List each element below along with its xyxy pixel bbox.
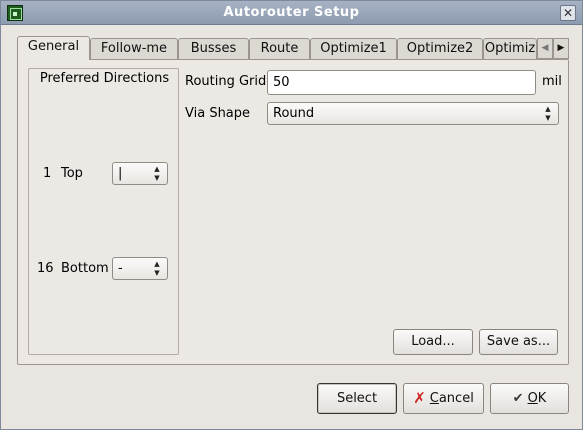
updown-icon: ▲ ▼ xyxy=(154,165,160,182)
tab-busses[interactable]: Busses xyxy=(178,38,249,60)
ok-button[interactable]: ✔ OK xyxy=(490,383,569,414)
title-bar[interactable]: Autorouter Setup ✕ xyxy=(1,1,582,25)
layer-number-top: 1 xyxy=(43,166,52,181)
tab-scroll-right-icon[interactable]: ▶ xyxy=(553,38,569,59)
cancel-mnemonic: C xyxy=(429,391,439,406)
ok-label-rest: K xyxy=(537,391,547,406)
tab-bar: General Follow-me Busses Route Optimize1… xyxy=(17,36,569,60)
via-shape-select[interactable]: Round ▲ ▼ xyxy=(267,102,559,125)
x-icon: ✗ xyxy=(413,389,426,407)
direction-select-bottom[interactable]: - ▲ ▼ xyxy=(112,257,168,280)
tab-optimize2[interactable]: Optimize2 xyxy=(397,38,483,60)
updown-icon: ▲ ▼ xyxy=(545,105,551,122)
tab-general[interactable]: General xyxy=(17,36,90,60)
routing-grid-unit: mil xyxy=(542,74,562,89)
save-as-button[interactable]: Save as... xyxy=(479,329,558,355)
via-shape-label: Via Shape xyxy=(185,106,251,121)
layer-name-top: Top xyxy=(61,166,83,181)
cancel-button[interactable]: ✗ Cancel xyxy=(403,383,484,414)
tab-follow-me[interactable]: Follow-me xyxy=(90,38,178,60)
tab-optimize1[interactable]: Optimize1 xyxy=(310,38,397,60)
tab-route[interactable]: Route xyxy=(249,38,310,60)
general-tab-panel: Preferred Directions 1 Top | ▲ ▼ 16 Botto… xyxy=(17,59,569,365)
select-button[interactable]: Select xyxy=(317,383,397,414)
layer-number-bottom: 16 xyxy=(37,261,54,276)
preferred-directions-title: Preferred Directions xyxy=(39,71,170,86)
via-shape-value: Round xyxy=(273,106,315,121)
updown-icon: ▲ ▼ xyxy=(154,260,160,277)
direction-select-top[interactable]: | ▲ ▼ xyxy=(112,162,168,185)
window-title: Autorouter Setup xyxy=(223,5,360,20)
layer-name-bottom: Bottom xyxy=(61,261,109,276)
check-icon: ✔ xyxy=(512,391,524,406)
autorouter-setup-dialog: Autorouter Setup ✕ General Follow-me Bus… xyxy=(0,0,583,430)
preferred-directions-group: Preferred Directions 1 Top | ▲ ▼ 16 Botto… xyxy=(28,68,179,355)
direction-value-top: | xyxy=(118,166,123,181)
load-button[interactable]: Load... xyxy=(393,329,473,355)
direction-value-bottom: - xyxy=(118,261,123,276)
routing-grid-input[interactable]: 50 xyxy=(267,70,536,95)
tab-optimize3-partial[interactable]: Optimiz xyxy=(483,38,537,60)
cancel-label-rest: ancel xyxy=(438,391,474,406)
close-icon[interactable]: ✕ xyxy=(560,5,576,21)
ok-mnemonic: O xyxy=(527,391,538,406)
tab-scroll-left-icon[interactable]: ◀ xyxy=(537,38,553,59)
routing-grid-label: Routing Grid xyxy=(185,74,267,89)
